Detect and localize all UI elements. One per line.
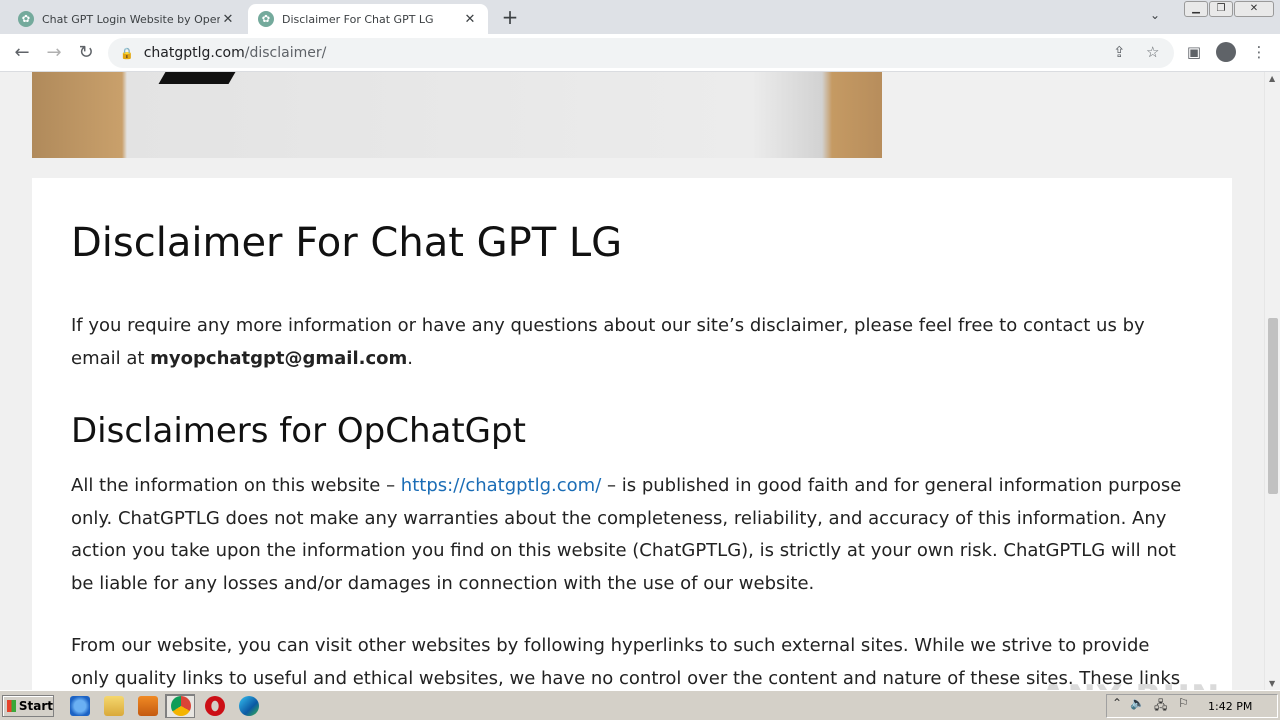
taskbar-clock[interactable]: 1:42 PM — [1208, 700, 1252, 713]
openai-favicon-icon: ✿ — [258, 11, 274, 27]
back-arrow-icon[interactable]: ← — [10, 41, 34, 65]
tab-close-icon[interactable]: ✕ — [462, 12, 478, 27]
scrollbar-thumb[interactable] — [1268, 318, 1278, 494]
edge-icon[interactable] — [239, 696, 259, 716]
action-center-flag-icon[interactable]: ⚐ — [1178, 696, 1189, 710]
forward-arrow-icon[interactable]: → — [42, 41, 66, 65]
section-title: Disclaimers for OpChatGpt — [71, 411, 526, 451]
start-button[interactable]: Start — [2, 695, 54, 717]
tab-search-chevron-icon[interactable]: ⌄ — [1150, 8, 1160, 22]
url-host: chatgptlg.com — [143, 45, 245, 61]
close-window-button[interactable]: ✕ — [1234, 1, 1274, 17]
hero-image — [32, 72, 882, 158]
page-scrollbar[interactable]: ▲ ▼ — [1264, 72, 1280, 690]
tab-close-icon[interactable]: ✕ — [220, 12, 236, 27]
bookmark-star-icon[interactable]: ☆ — [1146, 43, 1159, 61]
tab-disclaimer[interactable]: ✿ Disclaimer For Chat GPT LG ✕ — [248, 4, 488, 34]
taskbar: Start ⌃ 🔈 🖧 ⚐ 1:42 PM — [0, 690, 1280, 720]
intro-paragraph: If you require any more information or h… — [71, 310, 1191, 375]
hero-image-detail — [158, 72, 236, 84]
scroll-up-icon[interactable]: ▲ — [1269, 74, 1275, 83]
profile-avatar-icon[interactable] — [1216, 42, 1236, 62]
lock-icon[interactable]: 🔒 — [120, 47, 134, 60]
p1-before: All the information on this website – — [71, 475, 401, 496]
tab-title: Chat GPT Login Website by OpenAI, — [42, 12, 220, 26]
intro-end: . — [407, 347, 414, 369]
site-link[interactable]: https://chatgptlg.com/ — [401, 475, 601, 496]
minimize-button[interactable]: ▁ — [1184, 1, 1208, 17]
file-explorer-icon[interactable] — [104, 696, 124, 716]
url-path: /disclaimer/ — [244, 45, 327, 61]
disclaimer-paragraph-2: From our website, you can visit other we… — [71, 635, 1181, 689]
tray-expand-icon[interactable]: ⌃ — [1112, 696, 1122, 710]
reload-icon[interactable]: ↻ — [74, 41, 98, 65]
tab-title: Disclaimer For Chat GPT LG — [282, 12, 434, 26]
windows-flag-icon — [7, 700, 16, 712]
content-card: Disclaimer For Chat GPT LG If you requir… — [32, 178, 1232, 690]
media-player-icon[interactable] — [138, 696, 158, 716]
page-viewport: Disclaimer For Chat GPT LG If you requir… — [0, 72, 1264, 690]
scroll-down-icon[interactable]: ▼ — [1269, 679, 1275, 688]
tab-chatgpt-login[interactable]: ✿ Chat GPT Login Website by OpenAI, ✕ — [8, 4, 246, 34]
article-body: Disclaimer For Chat GPT LG If you requir… — [71, 218, 1191, 690]
contact-email: myopchatgpt@gmail.com — [150, 347, 408, 369]
more-menu-icon[interactable]: ⋮ — [1249, 43, 1269, 61]
side-panel-icon[interactable]: ▣ — [1184, 43, 1204, 61]
network-icon[interactable]: 🖧 — [1154, 696, 1167, 717]
address-bar[interactable]: 🔒 chatgptlg.com/disclaimer/ — [108, 38, 1174, 68]
disclaimer-paragraph-1: All the information on this website – ht… — [71, 470, 1191, 600]
internet-explorer-icon[interactable] — [70, 696, 90, 716]
restore-button[interactable]: ❐ — [1209, 1, 1233, 17]
share-icon[interactable]: ⇪ — [1113, 43, 1126, 61]
page-title: Disclaimer For Chat GPT LG — [71, 220, 623, 266]
start-label: Start — [18, 699, 53, 713]
browser-toolbar: ← → ↻ 🔒 chatgptlg.com/disclaimer/ ⇪ ☆ ▣ … — [0, 34, 1280, 72]
new-tab-button[interactable]: + — [498, 6, 522, 30]
opera-icon[interactable] — [205, 696, 225, 716]
openai-favicon-icon: ✿ — [18, 11, 34, 27]
tab-strip: ✿ Chat GPT Login Website by OpenAI, ✕ ✿ … — [0, 0, 1280, 34]
anyrun-watermark: ANY RUN — [1040, 678, 1220, 690]
volume-icon[interactable]: 🔈 — [1130, 696, 1145, 710]
chrome-icon — [171, 696, 191, 716]
